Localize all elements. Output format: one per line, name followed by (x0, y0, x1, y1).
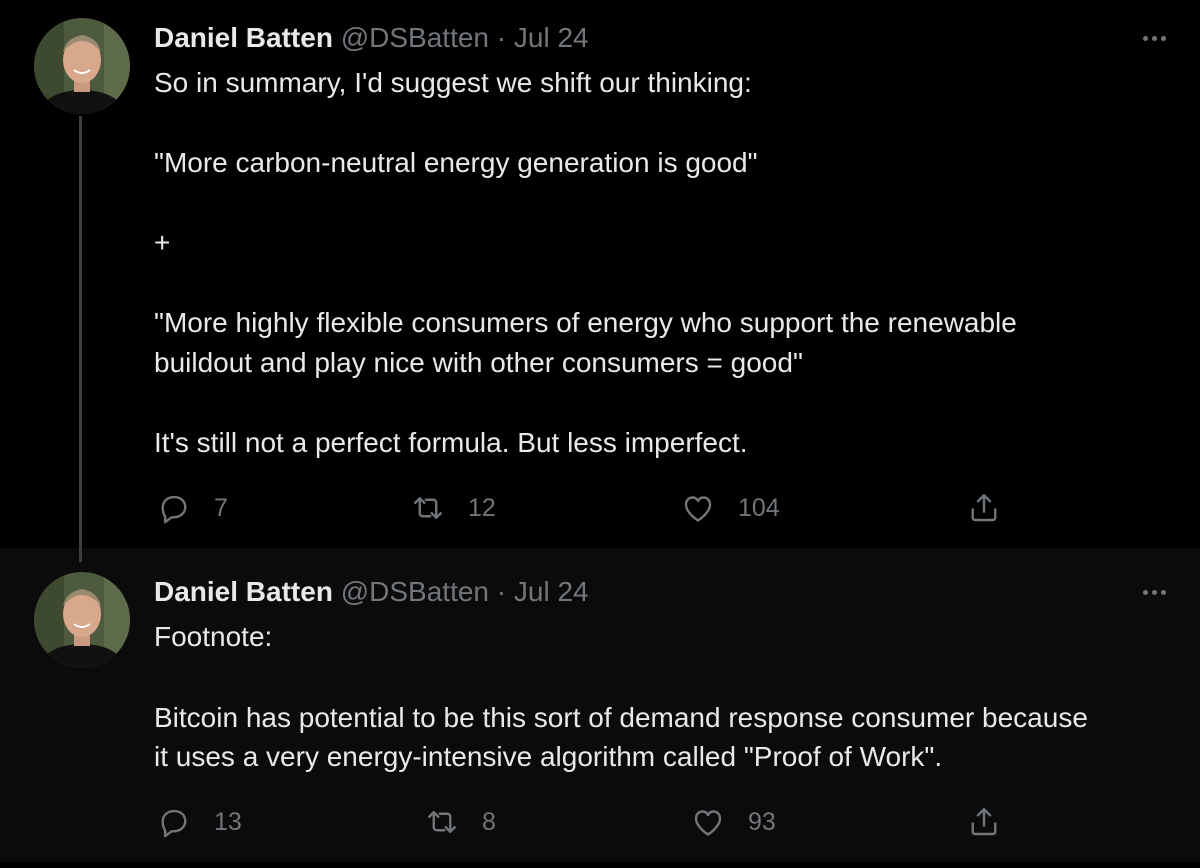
tweet-text-line: Footnote: (154, 621, 273, 652)
reply-button[interactable]: 7 (156, 490, 228, 526)
tweet-header: Daniel Batten @DSBatten · Jul 24 (154, 576, 589, 608)
tweet-text-line: buildout and play nice with other consum… (154, 347, 803, 378)
like-count: 93 (748, 807, 776, 836)
tweet-text-line: So in summary, I'd suggest we shift our … (154, 67, 752, 98)
tweet-text-line: "More carbon-neutral energy generation i… (154, 147, 758, 178)
like-button[interactable]: 104 (680, 490, 780, 526)
tweet-date[interactable]: Jul 24 (514, 22, 589, 53)
author-name[interactable]: Daniel Batten (154, 576, 333, 607)
tweet-text-line: Bitcoin has potential to be this sort of… (154, 702, 1088, 733)
like-icon (694, 810, 722, 836)
reply-icon (161, 809, 187, 838)
avatar[interactable] (34, 572, 130, 668)
reply-button[interactable]: 13 (156, 804, 242, 840)
tweet-text-line: It's still not a perfect formula. But le… (154, 427, 748, 458)
retweet-icon (428, 811, 456, 833)
separator-dot: · (496, 22, 507, 53)
bottom-divider (0, 862, 1200, 868)
more-options-icon[interactable] (1136, 582, 1172, 602)
like-button[interactable]: 93 (690, 804, 776, 840)
like-icon (684, 496, 712, 522)
author-name[interactable]: Daniel Batten (154, 22, 333, 53)
author-handle[interactable]: @DSBatten (341, 576, 489, 607)
like-count: 104 (738, 493, 780, 522)
more-options-icon[interactable] (1136, 28, 1172, 48)
tweet[interactable]: Daniel Batten @DSBatten · Jul 24 Footnot… (0, 548, 1200, 862)
tweet-text-line: "More highly flexible consumers of energ… (154, 307, 1017, 338)
reply-count: 7 (214, 493, 228, 522)
tweet-text-line: + (154, 227, 171, 258)
tweet-date[interactable]: Jul 24 (514, 576, 589, 607)
reply-count: 13 (214, 807, 242, 836)
reply-icon (161, 495, 187, 524)
thread-connector-line (79, 116, 82, 562)
tweet-text-line: it uses a very energy-intensive algorith… (154, 741, 943, 772)
share-button[interactable] (966, 804, 1002, 840)
retweet-button[interactable]: 12 (410, 490, 496, 526)
tweet[interactable]: Daniel Batten @DSBatten · Jul 24 So in s… (0, 0, 1200, 548)
share-icon (971, 808, 997, 836)
author-handle[interactable]: @DSBatten (341, 22, 489, 53)
share-button[interactable] (966, 490, 1002, 526)
retweet-count: 12 (468, 493, 496, 522)
avatar-image (34, 572, 130, 668)
tweet-header: Daniel Batten @DSBatten · Jul 24 (154, 22, 589, 54)
avatar-image (34, 18, 130, 114)
retweet-icon (414, 497, 442, 519)
avatar[interactable] (34, 18, 130, 114)
retweet-button[interactable]: 8 (424, 804, 496, 840)
share-icon (971, 494, 997, 522)
retweet-count: 8 (482, 807, 496, 836)
separator-dot: · (496, 576, 507, 607)
